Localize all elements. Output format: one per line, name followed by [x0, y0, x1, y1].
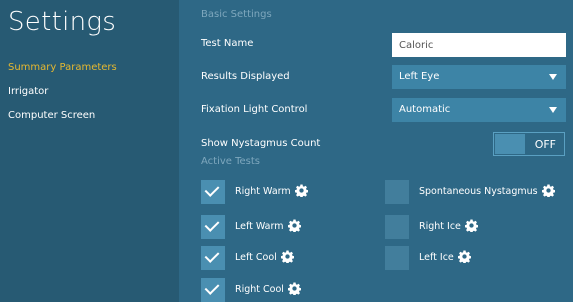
toggle-state-text: OFF [534, 138, 556, 151]
right-warm-checkbox[interactable] [201, 180, 225, 204]
fixation-light-value: Automatic [399, 104, 451, 115]
basic-settings-heading: Basic Settings [201, 9, 272, 20]
test-name-label: Test Name [201, 38, 254, 49]
results-displayed-value: Left Eye [399, 71, 440, 82]
check-icon [204, 280, 220, 295]
gear-icon[interactable] [287, 282, 301, 295]
gear-icon[interactable] [464, 219, 478, 232]
gear-icon[interactable] [287, 219, 301, 232]
nystagmus-count-toggle[interactable]: OFF [493, 132, 565, 156]
fixation-light-label: Fixation Light Control [201, 104, 308, 115]
results-displayed-label: Results Displayed [201, 71, 290, 82]
check-icon [204, 217, 220, 232]
left-warm-checkbox[interactable] [201, 215, 225, 239]
left-ice-checkbox[interactable] [385, 246, 409, 270]
gear-icon[interactable] [541, 184, 555, 197]
sidebar: Settings Summary Parameters Irrigator Co… [0, 0, 179, 302]
chevron-down-icon [549, 107, 557, 113]
nystagmus-count-label: Show Nystagmus Count [201, 138, 321, 149]
sidebar-title: Settings [8, 7, 117, 37]
check-icon [204, 182, 220, 197]
sidebar-item-computer-screen[interactable]: Computer Screen [8, 110, 95, 121]
active-tests-heading: Active Tests [201, 156, 261, 167]
test-name-input[interactable] [392, 33, 566, 57]
results-displayed-dropdown[interactable]: Left Eye [392, 65, 566, 89]
left-cool-checkbox[interactable] [201, 246, 225, 270]
check-icon [204, 248, 220, 263]
fixation-light-dropdown[interactable]: Automatic [392, 98, 566, 122]
spontaneous-nystagmus-checkbox[interactable] [385, 180, 409, 204]
toggle-knob [495, 134, 525, 154]
gear-icon[interactable] [294, 184, 308, 197]
right-cool-label: Right Cool [235, 284, 284, 295]
sidebar-item-summary-parameters[interactable]: Summary Parameters [8, 62, 117, 73]
left-warm-label: Left Warm [235, 221, 284, 232]
left-ice-label: Left Ice [419, 252, 454, 263]
gear-icon[interactable] [280, 250, 294, 263]
settings-panel: Basic Settings Test Name Results Display… [179, 0, 573, 302]
left-cool-label: Left Cool [235, 252, 277, 263]
right-ice-checkbox[interactable] [385, 215, 409, 239]
chevron-down-icon [549, 74, 557, 80]
gear-icon[interactable] [457, 250, 471, 263]
right-ice-label: Right Ice [419, 221, 461, 232]
spontaneous-nystagmus-label: Spontaneous Nystagmus [419, 186, 538, 197]
right-warm-label: Right Warm [235, 186, 291, 197]
right-cool-checkbox[interactable] [201, 278, 225, 302]
sidebar-item-irrigator[interactable]: Irrigator [8, 86, 48, 97]
